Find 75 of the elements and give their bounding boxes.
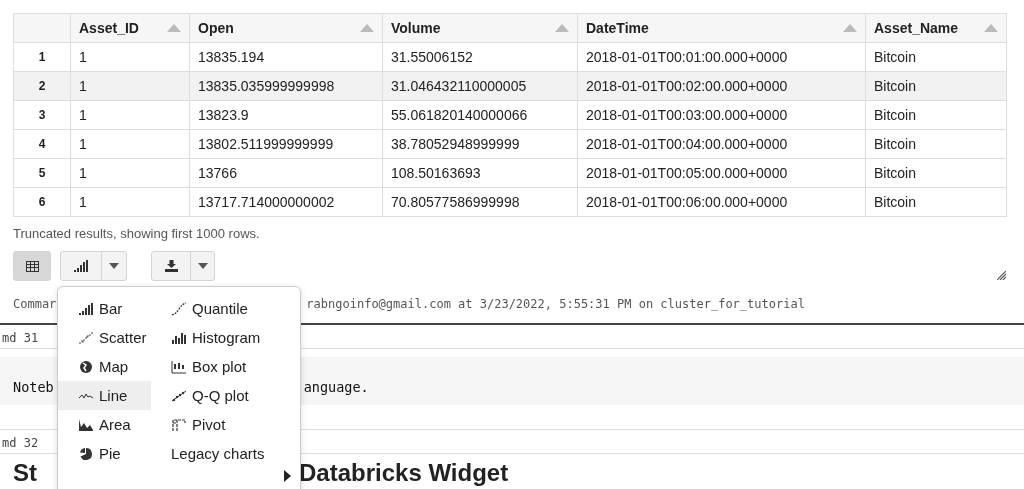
row-number: 5 [14, 159, 71, 188]
table-cell: 1 [71, 43, 190, 72]
column-header[interactable]: Open [190, 14, 383, 43]
bar-chart-icon [73, 259, 89, 273]
table-cell: 2018-01-01T00:01:00.000+0000 [578, 43, 866, 72]
row-number: 4 [14, 130, 71, 159]
menu-item[interactable]: Scatter [58, 323, 151, 352]
table-cell: Bitcoin [866, 43, 1007, 72]
table-icon [25, 260, 39, 272]
menu-item[interactable]: Bar [58, 294, 151, 323]
pivot-table-icon [171, 417, 187, 432]
output-text: anguage. [303, 379, 369, 395]
table-cell: Bitcoin [866, 159, 1007, 188]
table-cell: 31.046432110000005 [383, 72, 578, 101]
table-cell: 55.061820140000066 [383, 101, 578, 130]
histogram-icon [171, 330, 187, 345]
resize-handle-icon[interactable] [997, 270, 1006, 280]
chart-type-button[interactable] [60, 251, 127, 281]
download-button[interactable] [151, 251, 215, 281]
column-header[interactable]: Volume [383, 14, 578, 43]
menu-item[interactable]: Line [58, 381, 151, 410]
table-cell: 1 [71, 72, 190, 101]
table-cell: 13835.194 [190, 43, 383, 72]
table-cell: 1 [71, 130, 190, 159]
menu-item[interactable]: Quantile [151, 294, 302, 323]
pie-chart-icon [78, 446, 94, 461]
row-number: 6 [14, 188, 71, 217]
table-cell: 13766 [190, 159, 383, 188]
bar-chart-icon [78, 301, 94, 316]
table-cell: 13823.9 [190, 101, 383, 130]
qq-plot-icon [171, 388, 187, 403]
menu-item[interactable]: Map [58, 352, 151, 381]
caret-icon [109, 263, 119, 269]
box-plot-icon [171, 359, 187, 374]
section-heading: Databricks Widget [299, 460, 509, 486]
table-cell: 2018-01-01T00:03:00.000+0000 [578, 101, 866, 130]
submenu-arrow-icon[interactable] [284, 470, 291, 482]
globe-icon [78, 359, 94, 374]
table-cell: 2018-01-01T00:05:00.000+0000 [578, 159, 866, 188]
table-cell: 2018-01-01T00:02:00.000+0000 [578, 72, 866, 101]
table-cell: 13717.714000000002 [190, 188, 383, 217]
table-cell: 1 [71, 159, 190, 188]
section-heading: St [13, 460, 37, 486]
command-info: rabngoinfo@gmail.com at 3/23/2022, 5:55:31 PM on cluster_for_tutorial [306, 297, 805, 311]
column-header[interactable]: Asset_ID [71, 14, 190, 43]
quantile-curve-icon [171, 301, 187, 316]
table-cell: 2018-01-01T00:06:00.000+0000 [578, 188, 866, 217]
menu-item[interactable]: Q-Q plot [151, 381, 302, 410]
table-cell: 13802.511999999999 [190, 130, 383, 159]
table-cell: Bitcoin [866, 188, 1007, 217]
menu-item[interactable]: Box plot [151, 352, 302, 381]
table-cell: 70.80577586999998 [383, 188, 578, 217]
output-text: Noteb [13, 379, 54, 395]
table-view-button[interactable] [13, 251, 51, 281]
row-number: 3 [14, 101, 71, 130]
row-number: 1 [14, 43, 71, 72]
table-cell: Bitcoin [866, 72, 1007, 101]
scatter-plot-icon [78, 330, 94, 345]
caret-icon [197, 263, 208, 269]
table-cell: Bitcoin [866, 101, 1007, 130]
table-cell: 2018-01-01T00:04:00.000+0000 [578, 130, 866, 159]
truncation-note: Truncated results, showing first 1000 rows. [13, 226, 261, 242]
row-number: 2 [14, 72, 71, 101]
table-cell: 1 [71, 188, 190, 217]
table-cell: Bitcoin [866, 130, 1007, 159]
table-cell: 13835.035999999998 [190, 72, 383, 101]
table-cell: 31.55006152 [383, 43, 578, 72]
column-header[interactable]: Asset_Name [866, 14, 1007, 43]
download-icon [164, 260, 178, 272]
menu-item[interactable]: Histogram [151, 323, 302, 352]
table-cell: 1 [71, 101, 190, 130]
command-info: Commar [13, 297, 57, 311]
table-cell: 38.78052948999999 [383, 130, 578, 159]
table-cell: 108.50163693 [383, 159, 578, 188]
column-header[interactable]: DateTime [578, 14, 866, 43]
